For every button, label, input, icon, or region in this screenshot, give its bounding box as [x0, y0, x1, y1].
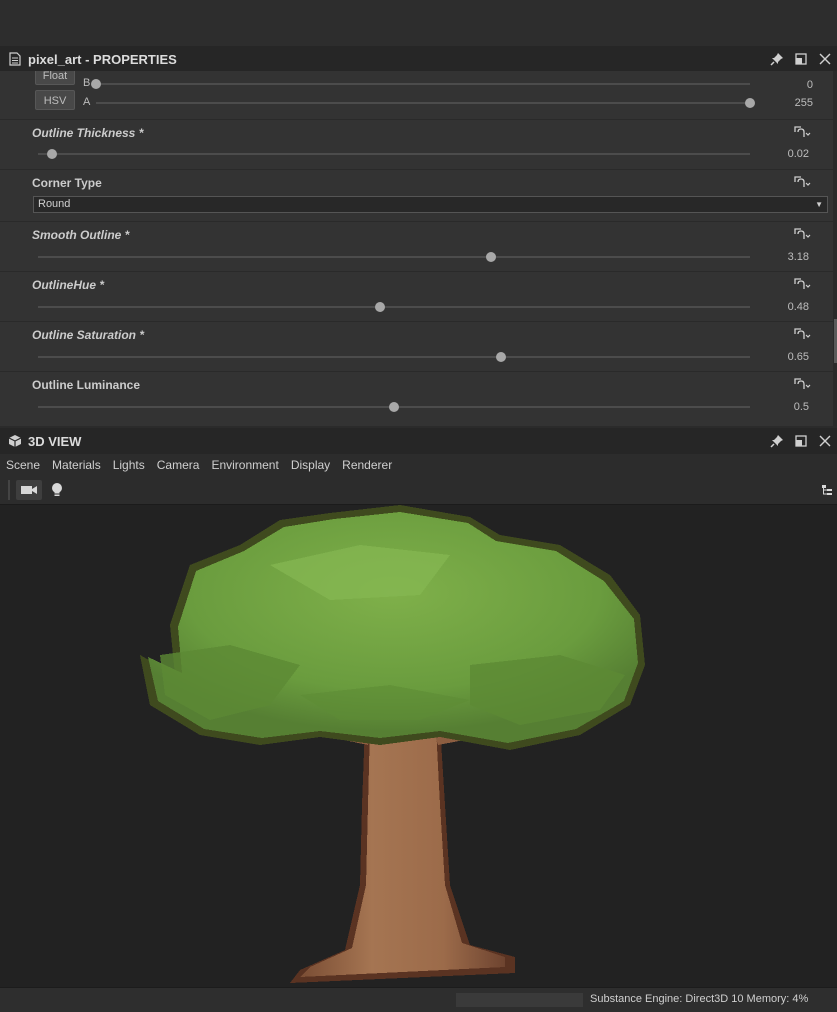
properties-panel-header: pixel_art - PROPERTIES: [0, 46, 837, 72]
view3d-panel-header: 3D VIEW: [0, 428, 837, 454]
prop-label: Corner Type: [32, 176, 102, 190]
close-icon[interactable]: [813, 47, 837, 71]
3d-viewport[interactable]: [0, 505, 837, 987]
slider-track[interactable]: [38, 306, 750, 308]
cube-icon: [8, 434, 22, 448]
menu-scene[interactable]: Scene: [0, 458, 46, 472]
pixel-tree-render: [140, 505, 645, 983]
menu-camera[interactable]: Camera: [151, 458, 206, 472]
menu-display[interactable]: Display: [285, 458, 336, 472]
view3d-menubar: Scene Materials Lights Camera Environmen…: [0, 454, 837, 476]
channel-a-slider-thumb[interactable]: [745, 98, 755, 108]
slider-thumb[interactable]: [374, 302, 385, 312]
camera-icon: [21, 486, 37, 494]
light-bulb-icon: [52, 483, 62, 496]
menu-environment[interactable]: Environment: [205, 458, 284, 472]
slider-track[interactable]: [38, 356, 750, 358]
slider-thumb[interactable]: [47, 149, 58, 159]
prop-label: Smooth Outline *: [32, 228, 130, 242]
prop-value[interactable]: 0.5: [794, 401, 809, 413]
prop-outline-hue: OutlineHue * 0.48: [0, 271, 833, 322]
hierarchy-icon: [822, 485, 832, 495]
top-toolbar-area: [0, 0, 837, 47]
channel-a-value[interactable]: 255: [795, 97, 813, 109]
light-button[interactable]: [46, 480, 68, 500]
reset-icon[interactable]: [793, 377, 811, 391]
status-bar: Substance Engine: Direct3D 10 Memory: 4%: [0, 987, 837, 1012]
menu-renderer[interactable]: Renderer: [336, 458, 398, 472]
properties-scrollbar[interactable]: [833, 71, 837, 426]
toolbar-grip[interactable]: [8, 480, 10, 500]
prop-label: OutlineHue *: [32, 278, 105, 292]
prop-outline-saturation: Outline Saturation * 0.65: [0, 321, 833, 372]
slider-track[interactable]: [38, 153, 750, 155]
prop-label: Outline Saturation *: [32, 328, 145, 342]
dropdown-arrow-icon: ▼: [815, 200, 823, 209]
channel-b-value[interactable]: 0: [807, 79, 813, 91]
channel-b-slider-track[interactable]: [96, 83, 750, 85]
camera-button[interactable]: [16, 480, 42, 500]
pin-icon[interactable]: [765, 47, 789, 71]
prop-label: Outline Thickness *: [32, 126, 144, 140]
document-icon: [8, 52, 22, 66]
channel-a-label: A: [83, 96, 91, 108]
view3d-title: 3D VIEW: [28, 433, 82, 449]
prop-outline-thickness: Outline Thickness * 0.02: [0, 119, 833, 170]
prop-label: Outline Luminance: [32, 378, 141, 392]
prop-corner-type: Corner Type Round ▼: [0, 169, 833, 222]
reset-icon[interactable]: [793, 227, 811, 241]
prop-value[interactable]: 0.48: [788, 301, 809, 313]
view3d-toolbar: [0, 476, 837, 505]
pin-icon[interactable]: [765, 429, 789, 453]
properties-panel-title: pixel_art - PROPERTIES: [28, 51, 177, 67]
reset-icon[interactable]: [793, 277, 811, 291]
channel-a-slider-track[interactable]: [96, 102, 750, 104]
status-text: Substance Engine: Direct3D 10 Memory: 4%: [590, 993, 809, 1005]
restore-icon[interactable]: [789, 429, 813, 453]
menu-materials[interactable]: Materials: [46, 458, 107, 472]
slider-thumb[interactable]: [495, 352, 506, 362]
prop-value[interactable]: 3.18: [788, 251, 809, 263]
prop-outline-luminance: Outline Luminance 0.5: [0, 371, 833, 426]
channel-b-slider-thumb[interactable]: [91, 79, 101, 89]
reset-icon[interactable]: [793, 327, 811, 341]
corner-type-dropdown[interactable]: Round ▼: [33, 196, 828, 213]
prop-value[interactable]: 0.65: [788, 351, 809, 363]
slider-track[interactable]: [38, 256, 750, 258]
reset-icon[interactable]: [793, 175, 811, 189]
properties-panel: Float HSV B 0 A 255 Outline Thickness * …: [0, 71, 837, 426]
hierarchy-button[interactable]: [818, 480, 836, 500]
status-progress-area: [456, 993, 583, 1007]
hsv-button[interactable]: HSV: [35, 90, 75, 110]
restore-icon[interactable]: [789, 47, 813, 71]
reset-icon[interactable]: [793, 125, 811, 139]
channel-b-label: B: [83, 77, 91, 89]
prop-smooth-outline: Smooth Outline * 3.18: [0, 221, 833, 272]
close-icon[interactable]: [813, 429, 837, 453]
prop-value[interactable]: 0.02: [788, 148, 809, 160]
dropdown-selected-value: Round: [38, 198, 71, 210]
slider-thumb[interactable]: [389, 402, 399, 412]
menu-lights[interactable]: Lights: [107, 458, 151, 472]
float-button[interactable]: Float: [35, 71, 75, 85]
slider-thumb[interactable]: [485, 252, 496, 262]
